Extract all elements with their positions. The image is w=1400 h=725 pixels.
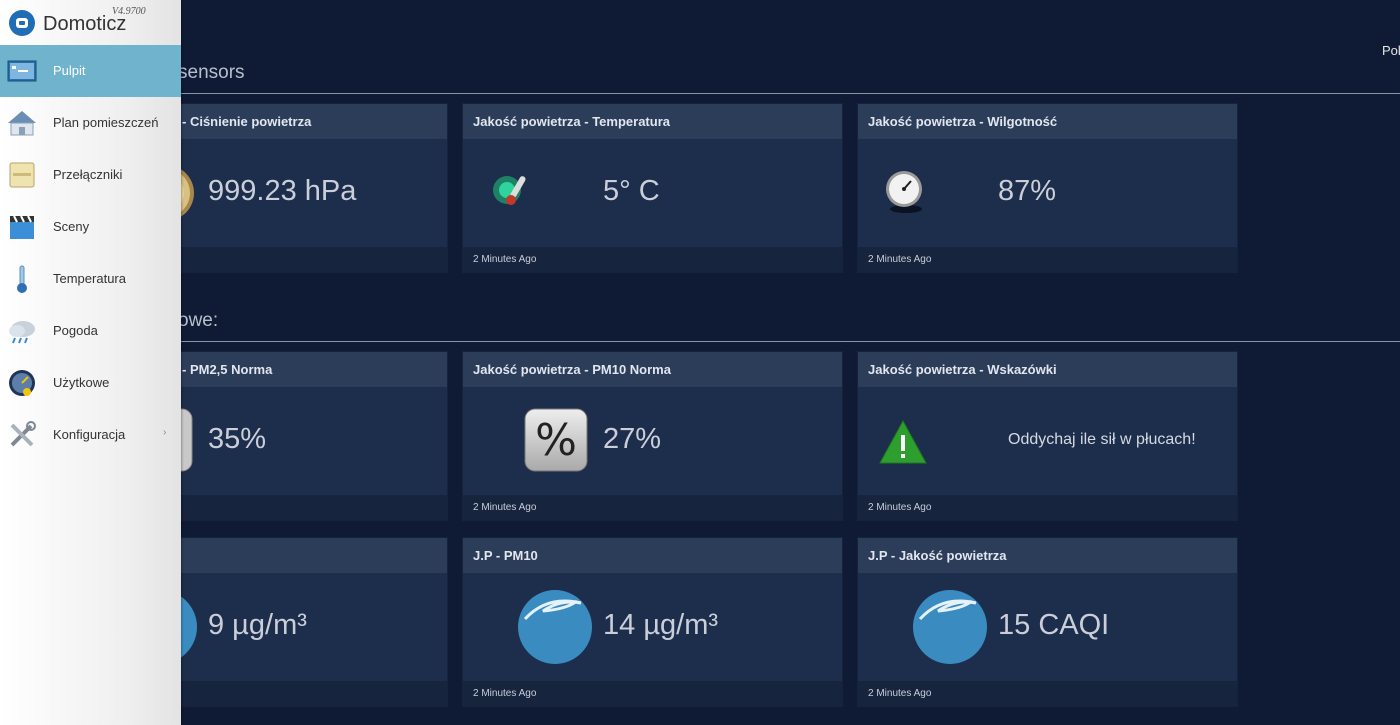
air-icon — [912, 589, 990, 670]
section-title-utility: owe: — [178, 310, 219, 331]
card-title: Jakość powietrza - Wskazówki — [858, 352, 1237, 387]
section-title-sensors: sensors — [178, 62, 245, 83]
percent-icon: % — [523, 407, 589, 478]
gauge-icon — [884, 169, 926, 220]
thermometer-icon — [7, 264, 37, 294]
card-value: 14 µg/m³ — [603, 609, 719, 641]
house-icon — [7, 108, 37, 138]
sidebar: Domoticz V4.9700 Pulpit Plan pomieszczeń — [0, 0, 181, 725]
clapperboard-icon — [7, 212, 37, 242]
air-icon — [517, 589, 595, 670]
warning-icon — [878, 419, 928, 470]
brand-version: V4.9700 — [112, 6, 146, 17]
card-timestamp: 2 Minutes Ago — [463, 681, 842, 706]
sidebar-item-pulpit[interactable]: Pulpit — [0, 45, 181, 97]
card-timestamp: 2 Minutes Ago — [858, 247, 1237, 272]
card-title: J.P - Jakość powietrza — [858, 538, 1237, 573]
sidebar-item-label: Przełączniki — [53, 167, 123, 182]
sidebar-item-label: Plan pomieszczeń — [53, 115, 159, 130]
device-card[interactable]: Jakość powietrza - Wskazówki Oddychaj il… — [858, 352, 1237, 520]
language-selector[interactable]: Pol — [1382, 43, 1400, 58]
section-divider — [170, 341, 1400, 342]
switch-icon — [7, 160, 37, 190]
card-timestamp: 2 Minutes Ago — [858, 681, 1237, 706]
tools-icon — [7, 420, 37, 450]
device-card[interactable]: Jakość powietrza - PM10 Norma % 27% 2 Mi… — [463, 352, 842, 520]
card-value: 5° C — [603, 175, 660, 207]
weather-cloud-icon — [7, 316, 37, 346]
sidebar-item-label: Pogoda — [53, 323, 98, 338]
card-value: 9 µg/m³ — [208, 609, 307, 641]
card-value: 999.23 hPa — [208, 175, 357, 207]
card-timestamp: 2 Minutes Ago — [463, 495, 842, 520]
card-timestamp: 2 Minutes Ago — [858, 495, 1237, 520]
sidebar-item-label: Pulpit — [53, 63, 86, 78]
card-title: Jakość powietrza - Temperatura — [463, 104, 842, 139]
svg-text:%: % — [535, 415, 577, 466]
sidebar-item-utility[interactable]: Użytkowe — [0, 357, 181, 409]
sidebar-item-temperature[interactable]: Temperatura — [0, 253, 181, 305]
brand[interactable]: Domoticz V4.9700 — [0, 0, 181, 45]
card-value: Oddychaj ile sił w płucach! — [1008, 431, 1196, 448]
sidebar-item-label: Konfiguracja — [53, 427, 126, 442]
card-title: Jakość powietrza - Wilgotność — [858, 104, 1237, 139]
sidebar-item-label: Temperatura — [53, 271, 126, 286]
card-value: 27% — [603, 423, 662, 455]
card-timestamp: 2 Minutes Ago — [463, 247, 842, 272]
sidebar-item-switches[interactable]: Przełączniki — [0, 149, 181, 201]
card-value: 15 CAQI — [998, 609, 1110, 641]
chevron-right-icon: › — [163, 427, 167, 438]
device-card[interactable]: J.P - PM10 14 µg/m³ 2 Minutes Ago — [463, 538, 842, 706]
card-title: J.P - PM10 — [463, 538, 842, 573]
utility-gauge-icon — [7, 368, 37, 398]
section-divider — [170, 93, 1400, 94]
sidebar-item-config[interactable]: Konfiguracja › — [0, 409, 181, 461]
sidebar-item-weather[interactable]: Pogoda — [0, 305, 181, 357]
device-card[interactable]: J.P - Jakość powietrza 15 CAQI 2 Minutes… — [858, 538, 1237, 706]
device-card[interactable]: Jakość powietrza - Wilgotność 87% 2 Minu… — [858, 104, 1237, 272]
sidebar-item-scenes[interactable]: Sceny — [0, 201, 181, 253]
domoticz-logo-icon — [8, 9, 36, 42]
dashboard-icon — [7, 56, 37, 86]
card-value: 87% — [998, 175, 1057, 207]
card-title: Jakość powietrza - PM10 Norma — [463, 352, 842, 387]
sidebar-item-plan[interactable]: Plan pomieszczeń — [0, 97, 181, 149]
sidebar-item-label: Sceny — [53, 219, 90, 234]
sidebar-item-label: Użytkowe — [53, 375, 110, 390]
thermometer-icon — [491, 172, 533, 217]
device-card[interactable]: Jakość powietrza - Temperatura 5° C 2 Mi… — [463, 104, 842, 272]
card-value: 35% — [208, 423, 267, 455]
